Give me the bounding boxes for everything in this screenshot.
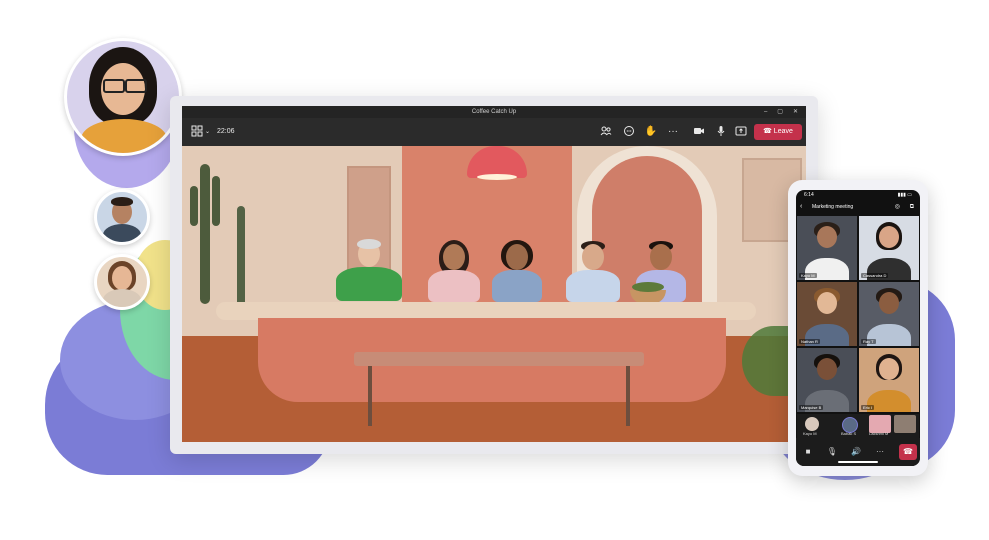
people-icon[interactable] [599, 125, 613, 139]
share-icon[interactable]: ⧉ [910, 200, 914, 214]
strip-avatar-name: Lakshmi M [869, 431, 889, 436]
camera-icon[interactable] [692, 125, 706, 139]
together-mode-scene [182, 146, 806, 442]
camera-switch-icon[interactable]: ◎ [895, 200, 900, 214]
participant-name: Marquise B [799, 405, 824, 410]
participant-tile[interactable]: Marquise B [797, 348, 857, 412]
cactus [200, 164, 210, 304]
grid-icon[interactable] [190, 125, 204, 139]
meeting-header: ‹ Marketing meeting ◎ ⧉ [796, 200, 920, 214]
camera-icon[interactable]: ■ [802, 446, 814, 458]
leave-button[interactable]: ☎ Leave [754, 124, 802, 140]
status-time: 6:14 [804, 192, 814, 198]
phone-hangup-icon: ☎ [763, 128, 772, 135]
participant-name: Cassandra D [861, 273, 889, 278]
mobile-device: 6:14 ▮▮▮ ▭ ‹ Marketing meeting ◎ ⧉ Kayo … [788, 180, 928, 476]
participant-tile[interactable]: Nathan R [797, 282, 857, 346]
teams-meeting-window: Coffee Catch Up – ▢ ✕ ⌄ 22:06 ✋ ··· ☎ Le… [182, 106, 806, 442]
window-title: Coffee Catch Up [471, 109, 517, 115]
strip-avatar-name: Kayo M [803, 431, 817, 436]
minimize-button[interactable]: – [764, 106, 767, 118]
mobile-teams-meeting: 6:14 ▮▮▮ ▭ ‹ Marketing meeting ◎ ⧉ Kayo … [796, 190, 920, 466]
end-call-button[interactable]: ☎ [899, 444, 917, 460]
close-button[interactable]: ✕ [793, 106, 798, 118]
home-indicator [838, 461, 878, 463]
avatar-small-2 [94, 254, 150, 310]
end-call-icon: ☎ [903, 447, 913, 456]
more-icon[interactable]: ··· [874, 446, 886, 458]
chat-icon[interactable] [622, 125, 636, 139]
strip-avatar[interactable] [894, 415, 916, 433]
participant-tile[interactable]: Kayo M [797, 216, 857, 280]
avatar-small-1 [94, 189, 150, 245]
leave-label: Leave [773, 128, 793, 135]
mic-icon[interactable]: 🎙 [826, 446, 838, 458]
participant-tile[interactable]: Eric I [859, 348, 919, 412]
participant-tile[interactable]: Cassandra D [859, 216, 919, 280]
back-icon[interactable]: ‹ [800, 200, 802, 214]
chevron-down-icon[interactable]: ⌄ [205, 118, 210, 146]
participant-name: Eric I [861, 405, 875, 410]
strip-avatar[interactable] [805, 417, 819, 431]
meeting-toolbar: ⌄ 22:06 ✋ ··· ☎ Leave [182, 118, 806, 146]
desktop-window-frame: Coffee Catch Up – ▢ ✕ ⌄ 22:06 ✋ ··· ☎ Le… [170, 96, 818, 454]
status-bar: 6:14 ▮▮▮ ▭ [796, 190, 920, 200]
maximize-button[interactable]: ▢ [777, 106, 783, 118]
meeting-title: Marketing meeting [812, 204, 854, 210]
share-icon[interactable] [734, 125, 748, 139]
more-icon[interactable]: ··· [666, 125, 680, 139]
avatar-large [64, 38, 182, 156]
participant-tile[interactable]: Ray T [859, 282, 919, 346]
participant-name: Ray T [861, 339, 876, 344]
raise-hand-icon[interactable]: ✋ [644, 125, 658, 139]
participant-name: Nathan R [799, 339, 820, 344]
mic-icon[interactable] [714, 125, 728, 139]
title-bar: Coffee Catch Up – ▢ ✕ [182, 106, 806, 118]
signal-icon: ▮▮▮ ▭ [897, 192, 912, 198]
bench [354, 352, 644, 366]
meeting-timer: 22:06 [217, 128, 235, 135]
participant-name: Kayo M [799, 273, 817, 278]
speaker-icon[interactable]: 🔊 [850, 446, 862, 458]
strip-avatar-name: Babak S [841, 431, 857, 436]
participant-strip: Kayo M Babak S Lakshmi M [797, 414, 919, 438]
